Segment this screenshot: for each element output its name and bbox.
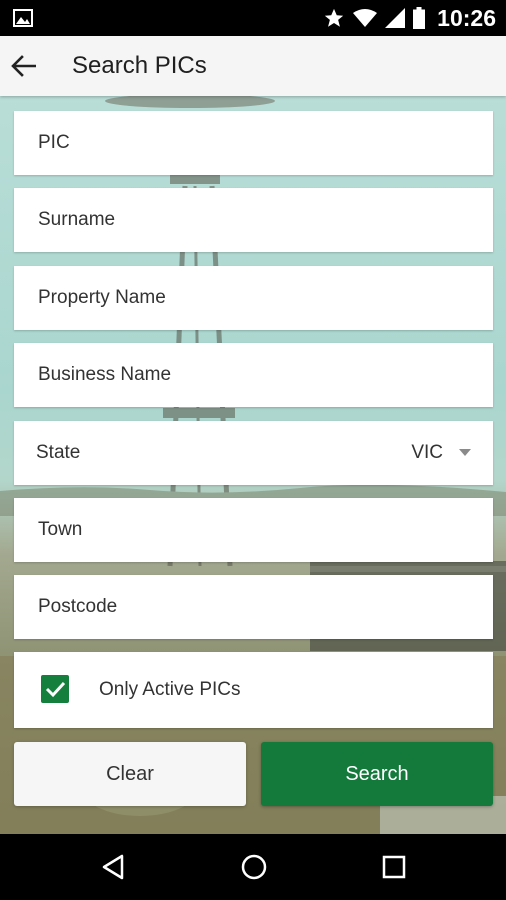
- surname-input[interactable]: [36, 208, 493, 232]
- state-selected-value: VIC: [411, 442, 443, 463]
- business-name-input[interactable]: [36, 363, 493, 387]
- only-active-checkbox[interactable]: [41, 675, 69, 703]
- system-nav-bar: [0, 834, 506, 900]
- dropdown-arrow-icon: [459, 449, 471, 456]
- star-icon: [325, 8, 344, 27]
- back-triangle-icon[interactable]: [100, 853, 128, 881]
- recents-square-icon[interactable]: [380, 853, 408, 881]
- status-bar: 10:26: [0, 0, 506, 36]
- app-bar: Search PICs: [0, 36, 506, 96]
- state-select[interactable]: State VIC: [14, 421, 493, 485]
- postcode-field[interactable]: [14, 575, 493, 639]
- only-active-label: Only Active PICs: [99, 679, 241, 700]
- business-name-field[interactable]: [14, 343, 493, 407]
- town-input[interactable]: [36, 518, 493, 542]
- checkmark-icon: [45, 681, 66, 698]
- pic-input[interactable]: [36, 131, 493, 155]
- postcode-input[interactable]: [36, 595, 493, 619]
- battery-icon: [413, 7, 426, 29]
- page-title: Search PICs: [72, 52, 207, 79]
- town-field[interactable]: [14, 498, 493, 562]
- property-name-field[interactable]: [14, 266, 493, 330]
- pic-field[interactable]: [14, 111, 493, 175]
- state-label: State: [36, 442, 81, 463]
- search-button[interactable]: Search: [261, 742, 493, 806]
- only-active-row: Only Active PICs: [14, 652, 493, 728]
- clock-time: 10:26: [437, 4, 496, 31]
- arrow-left-icon[interactable]: [10, 54, 36, 78]
- clear-button[interactable]: Clear: [14, 742, 246, 806]
- surname-field[interactable]: [14, 188, 493, 252]
- gallery-icon: [13, 9, 33, 27]
- home-circle-icon[interactable]: [240, 853, 268, 881]
- signal-icon: [385, 8, 406, 28]
- property-name-input[interactable]: [36, 286, 493, 310]
- wifi-icon: [353, 9, 378, 27]
